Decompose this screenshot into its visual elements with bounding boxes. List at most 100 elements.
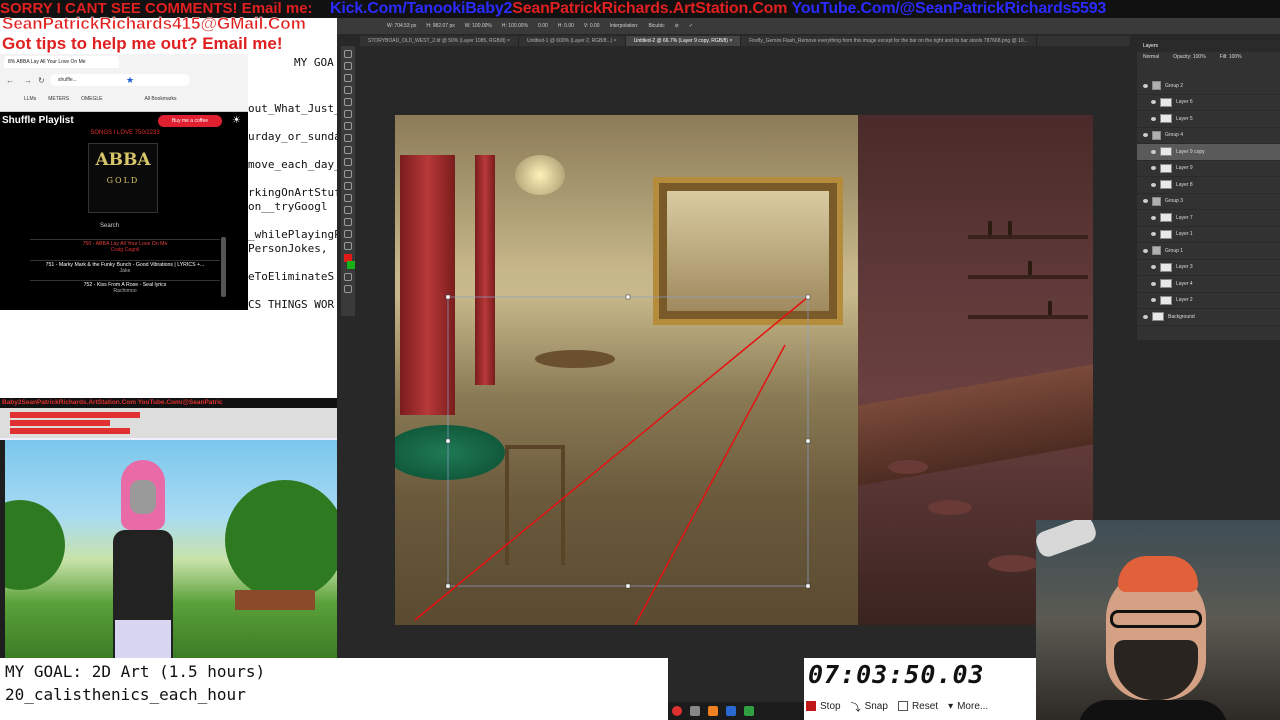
doc-tab-storyboard[interactable]: STORYBOAD_OLD_WEST_2.tif @ 50% (Layer 10…: [360, 36, 520, 46]
path-select-tool-icon[interactable]: [344, 206, 352, 214]
theme-toggle-icon[interactable]: ☀: [232, 115, 241, 126]
transform-overlay[interactable]: [395, 115, 1093, 625]
more-button[interactable]: ▾ More...: [948, 701, 988, 712]
option-w[interactable]: W: 704.53 px: [387, 23, 416, 29]
option-h[interactable]: H: 982.07 px: [426, 23, 454, 29]
list-item[interactable]: 751 - Marky Mark & the Funky Bunch - Goo…: [30, 260, 220, 274]
commit-transform-icon[interactable]: ✓: [689, 23, 693, 29]
pen-tool-icon[interactable]: [344, 182, 352, 190]
layer-row[interactable]: Group 4: [1137, 128, 1280, 144]
bookmark-all[interactable]: All Bookmarks: [144, 96, 176, 106]
layers-panel-title[interactable]: Layers: [1137, 40, 1280, 52]
forward-icon[interactable]: →: [24, 76, 32, 85]
back-icon[interactable]: ←: [6, 76, 14, 85]
layer-row[interactable]: Group 2: [1137, 78, 1280, 95]
background-color-swatch[interactable]: [347, 261, 355, 269]
reload-icon[interactable]: ↻: [38, 76, 45, 85]
brush-tool-icon[interactable]: [344, 134, 352, 142]
banner-artstation-link[interactable]: SeanPatrickRichards.ArtStation.Com: [512, 0, 787, 17]
layer-row[interactable]: Layer 3: [1137, 260, 1280, 276]
magic-wand-tool-icon[interactable]: [344, 86, 352, 94]
visibility-eye-icon[interactable]: [1151, 265, 1156, 270]
bookmark-meters[interactable]: METERS: [48, 96, 69, 106]
visibility-eye-icon[interactable]: [1151, 298, 1156, 303]
visibility-eye-icon[interactable]: [1151, 166, 1156, 171]
move-tool-icon[interactable]: [344, 50, 352, 58]
list-item[interactable]: 752 - Kiss From A Rose - Seal lyrics Rac…: [30, 280, 220, 294]
streamer-shirt: [1078, 700, 1228, 720]
layer-row[interactable]: Layer 6: [1137, 95, 1280, 111]
blend-mode-select[interactable]: Normal: [1143, 54, 1159, 76]
stop-button[interactable]: Stop: [806, 701, 841, 712]
eraser-tool-icon[interactable]: [344, 158, 352, 166]
layer-row[interactable]: Layer 4: [1137, 276, 1280, 293]
browser-tab[interactable]: 8% ABBA Lay All Your Love On Me: [4, 56, 119, 68]
marquee-tool-icon[interactable]: [344, 62, 352, 70]
visibility-eye-icon[interactable]: [1143, 248, 1148, 253]
visibility-eye-icon[interactable]: [1143, 83, 1148, 88]
app-icon[interactable]: [672, 706, 682, 716]
option-angle[interactable]: 0.00: [538, 23, 548, 29]
banner-kick-link[interactable]: Kick.Com/TanookiBaby2: [330, 0, 512, 17]
playlist-scrollbar[interactable]: [221, 237, 226, 297]
layer-row[interactable]: Layer 1: [1137, 227, 1280, 243]
visibility-eye-icon[interactable]: [1151, 116, 1156, 121]
list-item[interactable]: 750 - ABBA Lay All Your Love On Me Craig…: [30, 239, 220, 253]
visibility-eye-icon[interactable]: [1151, 232, 1156, 237]
banner-youtube-link[interactable]: YouTube.Com/@SeanPatrickRichards5593: [792, 0, 1107, 17]
address-bar[interactable]: shuffle...: [50, 74, 190, 86]
bookmark-llms[interactable]: LLMs: [24, 96, 36, 106]
app-icon[interactable]: [690, 706, 700, 716]
option-skew-v[interactable]: V: 0.00: [584, 23, 600, 29]
option-interpolation-select[interactable]: Bicubic: [648, 23, 664, 29]
app-icon[interactable]: [744, 706, 754, 716]
reset-button[interactable]: Reset: [897, 701, 938, 712]
option-h-percent[interactable]: H: 100.00%: [502, 23, 528, 29]
visibility-eye-icon[interactable]: [1151, 149, 1156, 154]
opacity-field[interactable]: Opacity: 100%: [1173, 54, 1206, 76]
eyedropper-tool-icon[interactable]: [344, 110, 352, 118]
layer-row[interactable]: Group 1: [1137, 243, 1280, 260]
buy-coffee-button[interactable]: Buy me a coffee: [158, 115, 222, 127]
layer-row[interactable]: Layer 5: [1137, 111, 1280, 128]
visibility-eye-icon[interactable]: [1143, 314, 1148, 319]
layer-row[interactable]: Layer 8: [1137, 177, 1280, 194]
document-canvas[interactable]: [395, 115, 1093, 625]
healing-tool-icon[interactable]: [344, 122, 352, 130]
gradient-tool-icon[interactable]: [344, 170, 352, 178]
visibility-eye-icon[interactable]: [1143, 133, 1148, 138]
layer-row[interactable]: Layer 9: [1137, 161, 1280, 177]
cancel-transform-icon[interactable]: ⊘: [675, 23, 679, 29]
visibility-eye-icon[interactable]: [1143, 199, 1148, 204]
doc-tab-untitled-1[interactable]: Untitled-1 @ 600% (Layer 2, RGB/8...) ×: [519, 36, 626, 46]
app-icon[interactable]: [726, 706, 736, 716]
doc-tab-untitled-2[interactable]: Untitled-2 @ 66.7% (Layer 9 copy, RGB/8)…: [625, 36, 742, 46]
app-icon[interactable]: [708, 706, 718, 716]
playlist-search[interactable]: Search: [100, 223, 119, 229]
shape-tool-icon[interactable]: [344, 218, 352, 226]
hand-tool-icon[interactable]: [344, 230, 352, 238]
layer-row[interactable]: Layer 2: [1137, 293, 1280, 309]
visibility-eye-icon[interactable]: [1151, 100, 1156, 105]
option-w-percent[interactable]: W: 100.00%: [465, 23, 492, 29]
lasso-tool-icon[interactable]: [344, 74, 352, 82]
bookmark-omegle[interactable]: OMEGLE: [81, 96, 102, 106]
quick-mask-icon[interactable]: [344, 273, 352, 281]
fill-field[interactable]: Fill: 100%: [1220, 54, 1242, 76]
zoom-tool-icon[interactable]: [344, 242, 352, 250]
layer-row[interactable]: Background: [1137, 309, 1280, 326]
snap-button[interactable]: ⤵ Snap: [851, 699, 888, 714]
visibility-eye-icon[interactable]: [1151, 182, 1156, 187]
stamp-tool-icon[interactable]: [344, 146, 352, 154]
crop-tool-icon[interactable]: [344, 98, 352, 106]
visibility-eye-icon[interactable]: [1151, 215, 1156, 220]
bookmark-star-icon[interactable]: ★: [126, 75, 134, 86]
doc-tab-firefly[interactable]: Firefly_Gemini Flash_Remove everything f…: [741, 36, 1037, 46]
visibility-eye-icon[interactable]: [1151, 281, 1156, 286]
text-tool-icon[interactable]: [344, 194, 352, 202]
option-skew-h[interactable]: H: 0.00: [558, 23, 574, 29]
screen-mode-icon[interactable]: [344, 285, 352, 293]
layer-row[interactable]: Layer 9 copy: [1137, 144, 1280, 161]
layer-row[interactable]: Group 3: [1137, 194, 1280, 210]
layer-row[interactable]: Layer 7: [1137, 210, 1280, 227]
